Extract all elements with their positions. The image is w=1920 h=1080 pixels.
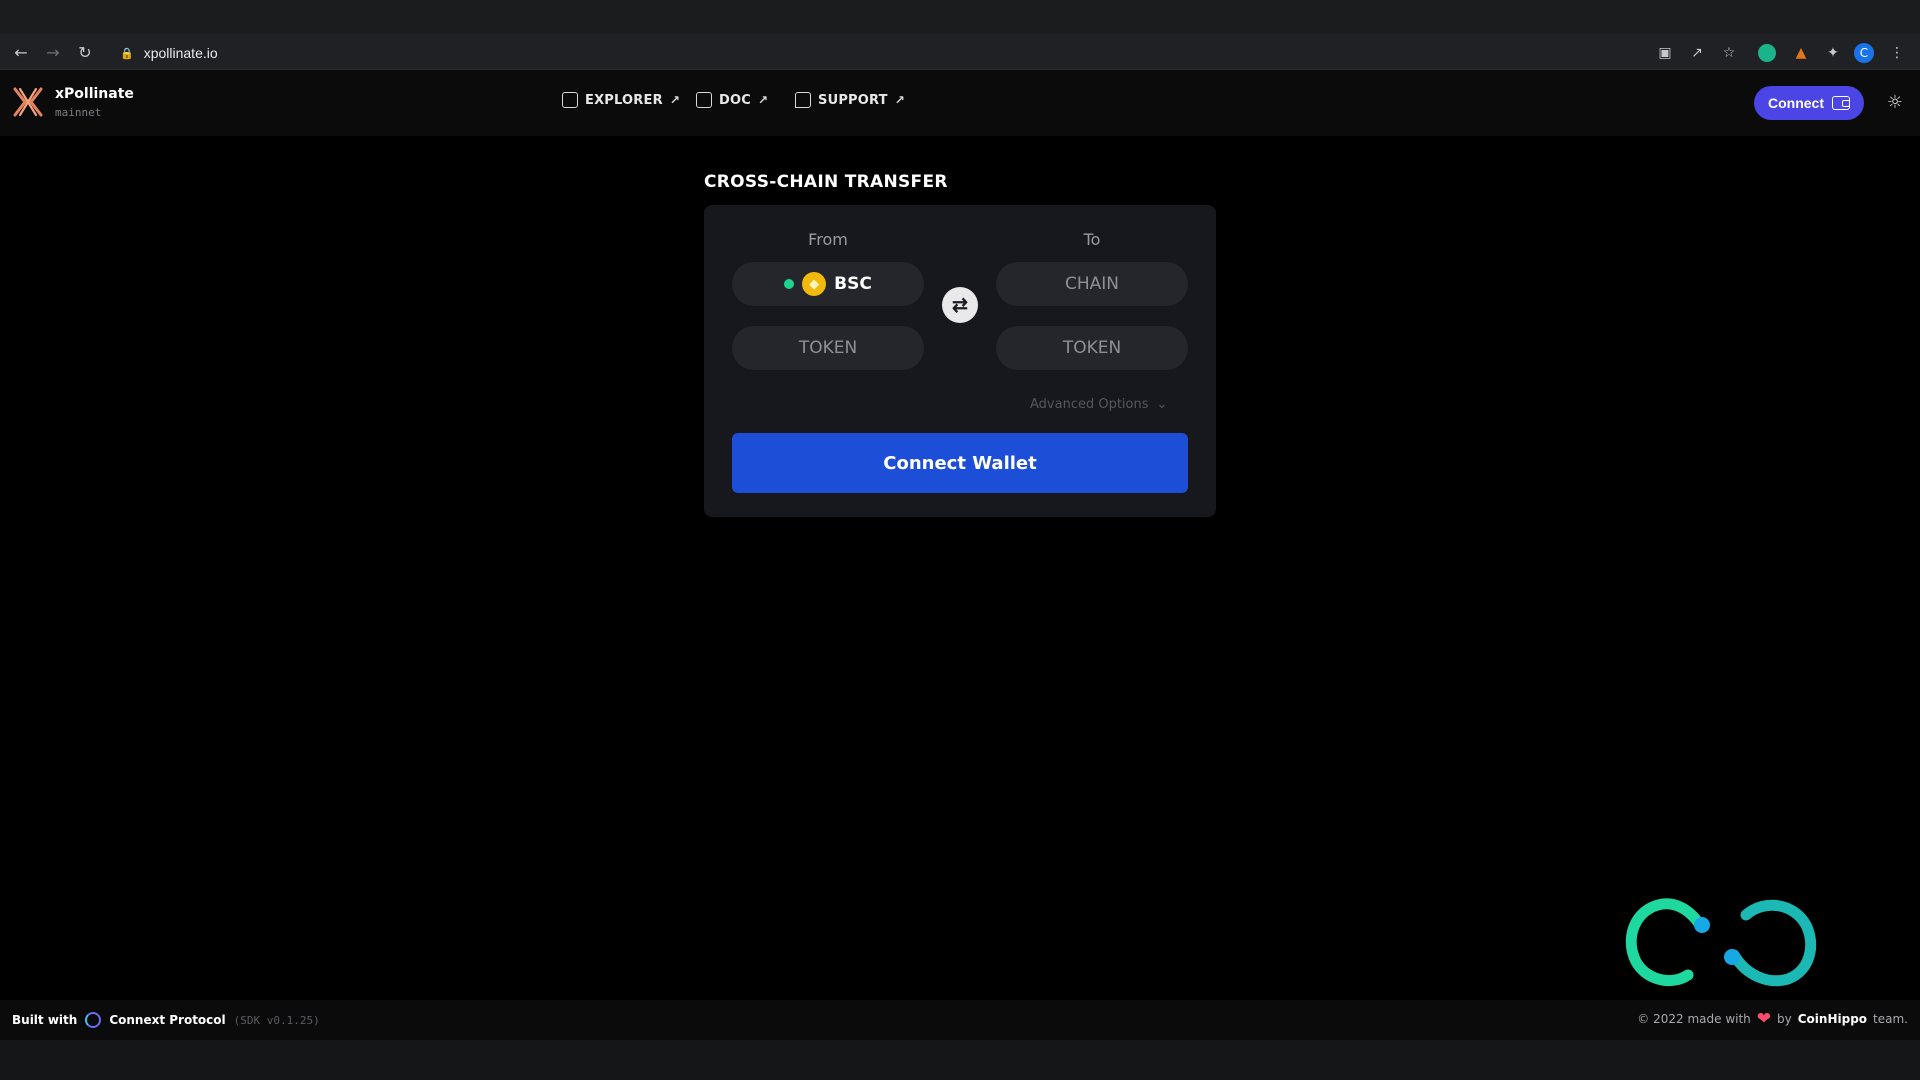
connect-wallet-button[interactable]: Connect Wallet bbox=[732, 433, 1188, 493]
to-label: To bbox=[1083, 230, 1101, 249]
connext-watermark-icon bbox=[1625, 898, 1817, 987]
taskbar bbox=[0, 1040, 1920, 1080]
network-label: mainnet bbox=[55, 106, 102, 119]
back-icon[interactable]: ← bbox=[10, 42, 32, 64]
built-with-label: Built with bbox=[12, 1013, 78, 1027]
connect-button[interactable]: Connect bbox=[1754, 86, 1864, 120]
to-chain-select[interactable]: CHAIN bbox=[996, 262, 1188, 306]
metamask-extension-icon[interactable]: ▲ bbox=[1790, 42, 1812, 64]
nav-doc-link[interactable]: DOC ↗ bbox=[696, 92, 768, 108]
copyright-text: © 2022 made with bbox=[1637, 1012, 1751, 1026]
theme-toggle-sun-icon[interactable]: ☼ bbox=[1884, 92, 1906, 114]
nav-doc-label: DOC bbox=[719, 92, 751, 108]
built-with-credit: Built with Connext Protocol (SDK v0.1.25… bbox=[12, 1012, 320, 1028]
swap-direction-button[interactable]: ⇄ bbox=[942, 287, 978, 323]
browser-menu-icon[interactable]: ⋮ bbox=[1886, 42, 1908, 64]
nav-explorer-link[interactable]: EXPLORER ↗ bbox=[562, 92, 680, 108]
connect-label: Connect bbox=[1768, 95, 1824, 111]
bookmark-star-icon[interactable]: ☆ bbox=[1718, 42, 1740, 64]
address-bar[interactable]: 🔒 xpollinate.io bbox=[108, 40, 1636, 66]
search-doc-icon bbox=[562, 92, 578, 108]
lock-icon: 🔒 bbox=[120, 46, 134, 60]
share-icon[interactable]: ↗ bbox=[1686, 42, 1708, 64]
to-token-select[interactable]: TOKEN bbox=[996, 326, 1188, 370]
advanced-options-label: Advanced Options bbox=[1030, 397, 1149, 412]
chat-icon bbox=[795, 92, 811, 108]
extensions-puzzle-icon[interactable]: ✦ bbox=[1822, 42, 1844, 64]
grammarly-extension-icon[interactable] bbox=[1758, 44, 1776, 62]
external-link-icon: ↗ bbox=[894, 93, 905, 107]
from-token-select[interactable]: TOKEN bbox=[732, 326, 924, 370]
connext-icon bbox=[85, 1012, 102, 1028]
external-link-icon: ↗ bbox=[669, 93, 681, 107]
external-link-icon: ↗ bbox=[757, 93, 769, 107]
from-chain-label: BSC bbox=[834, 274, 872, 294]
translate-icon[interactable]: ▣ bbox=[1654, 42, 1676, 64]
team-suffix: team. bbox=[1873, 1012, 1908, 1026]
swap-arrows-icon: ⇄ bbox=[952, 294, 968, 316]
from-token-label: TOKEN bbox=[798, 338, 858, 358]
by-text: by bbox=[1777, 1012, 1792, 1026]
url-text: xpollinate.io bbox=[143, 45, 218, 61]
from-label: From bbox=[808, 230, 848, 249]
page-title: CROSS-CHAIN TRANSFER bbox=[704, 172, 948, 192]
made-with-credit: © 2022 made with ❤ by CoinHippo team. bbox=[1637, 1009, 1908, 1029]
advanced-options-toggle[interactable]: Advanced Options ⌄ bbox=[1030, 397, 1167, 412]
app-header bbox=[0, 70, 1920, 136]
to-token-label: TOKEN bbox=[1062, 338, 1122, 358]
wallet-icon bbox=[1832, 96, 1850, 110]
coinhippo-link[interactable]: CoinHippo bbox=[1798, 1012, 1867, 1026]
bsc-chain-icon: ◆ bbox=[802, 272, 827, 296]
doc-icon bbox=[696, 92, 712, 108]
forward-icon[interactable]: → bbox=[42, 42, 64, 64]
connext-protocol-link[interactable]: Connext Protocol bbox=[109, 1013, 225, 1027]
xpollinate-logo-icon[interactable] bbox=[12, 86, 44, 118]
reload-icon[interactable]: ↻ bbox=[74, 42, 96, 64]
status-dot bbox=[784, 279, 795, 289]
browser-tab-strip bbox=[0, 0, 1920, 34]
profile-avatar[interactable]: C bbox=[1854, 43, 1874, 63]
chevron-down-icon: ⌄ bbox=[1156, 397, 1168, 412]
sdk-version: (SDK v0.1.25) bbox=[233, 1013, 320, 1027]
from-chain-select[interactable]: ◆ BSC bbox=[732, 262, 924, 306]
nav-explorer-label: EXPLORER bbox=[585, 92, 663, 108]
to-chain-label: CHAIN bbox=[1064, 274, 1119, 294]
heart-icon: ❤ bbox=[1756, 1009, 1772, 1029]
nav-support-link[interactable]: SUPPORT ↗ bbox=[795, 92, 905, 108]
nav-support-label: SUPPORT bbox=[818, 92, 888, 108]
brand-name[interactable]: xPollinate bbox=[55, 86, 134, 102]
